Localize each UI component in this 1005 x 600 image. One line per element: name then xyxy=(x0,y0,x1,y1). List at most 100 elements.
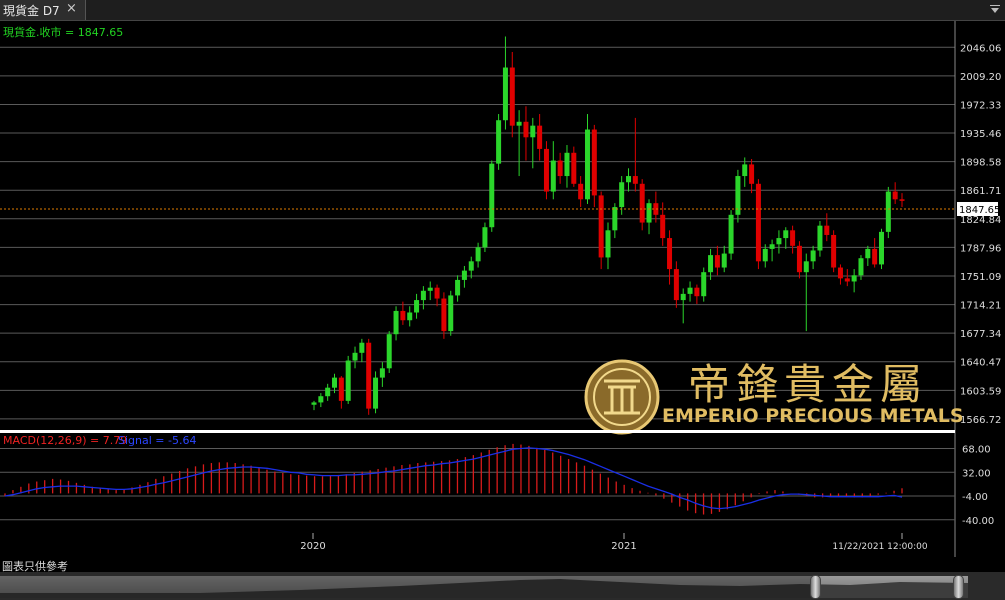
signal-label: Signal = -5.64 xyxy=(118,434,196,447)
price-tick-label: 2046.06 xyxy=(960,43,1001,54)
candle-body xyxy=(626,176,632,183)
time-scrollbar[interactable] xyxy=(0,572,1005,600)
candle-body xyxy=(468,261,474,271)
candle-body xyxy=(708,255,714,273)
candle-body xyxy=(598,195,604,258)
watermark-english: EMPERIO PRECIOUS METALS xyxy=(662,405,964,427)
candle-body xyxy=(660,214,666,239)
price-tick-label: 1603.59 xyxy=(960,386,1001,397)
candle-body xyxy=(414,300,420,313)
candle-body xyxy=(605,230,611,258)
candle-body xyxy=(332,377,338,388)
candle-body xyxy=(386,334,392,369)
macd-label: MACD(12,26,9) = 7.79 xyxy=(3,434,127,447)
candle-body xyxy=(318,396,324,403)
candle-body xyxy=(441,298,447,332)
x-tick-label: 11/22/2021 12:00:00 xyxy=(832,542,927,552)
candle-body xyxy=(352,352,358,361)
candle-body xyxy=(844,278,850,282)
candle-body xyxy=(516,121,522,126)
price-tick-label: 2009.20 xyxy=(960,72,1001,83)
x-tick-label: 2020 xyxy=(300,541,325,552)
time-axis: 2020 2021 11/22/2021 12:00:00 xyxy=(300,533,928,552)
candle-body xyxy=(591,129,597,196)
price-tick-label: 1898.58 xyxy=(960,158,1001,169)
macd-tick-label: 32.00 xyxy=(962,468,991,479)
candle-body xyxy=(790,230,796,246)
price-tick-label: 1824.84 xyxy=(960,215,1001,226)
candle-body xyxy=(755,183,761,262)
macd-tick-label: 68.00 xyxy=(962,445,991,456)
candle-body xyxy=(639,183,645,223)
x-tick-label: 2021 xyxy=(611,541,636,552)
candle-body xyxy=(831,234,837,268)
candle-body xyxy=(762,248,768,262)
price-tick-label: 1751.09 xyxy=(960,272,1001,283)
candle-body xyxy=(619,182,625,208)
chart-area: 2046.06 2009.20 1972.33 1935.46 1898.58 1861.… xyxy=(0,21,1001,557)
candle-body xyxy=(530,125,536,138)
candle-body xyxy=(817,225,823,251)
tab-bar: 現貨金 D7 × xyxy=(0,0,1005,21)
candle-body xyxy=(571,152,577,184)
candle-body xyxy=(612,207,618,231)
macd-histogram xyxy=(4,443,903,515)
price-tick-label: 1640.47 xyxy=(960,358,1001,369)
candle-body xyxy=(742,164,748,177)
candle-body xyxy=(345,360,351,401)
candle-body xyxy=(810,250,816,262)
watermark: 帝鋒貴金屬 EMPERIO PRECIOUS METALS xyxy=(584,359,964,435)
candle-body xyxy=(543,148,549,192)
price-panel-label: 現貨金.收市 = 1847.65 xyxy=(3,25,123,39)
candle-body xyxy=(578,183,584,200)
scroll-handle-left[interactable] xyxy=(810,575,821,599)
watermark-chinese: 帝鋒貴金屬 xyxy=(688,360,928,409)
price-tick-label: 1935.46 xyxy=(960,129,1001,140)
candle-body xyxy=(878,231,884,265)
panel-separator xyxy=(0,430,955,433)
candle-body xyxy=(448,295,454,332)
candle-body xyxy=(393,310,399,335)
candle-body xyxy=(776,238,782,245)
macd-tick-label: -4.00 xyxy=(962,492,988,503)
candle-body xyxy=(550,160,556,192)
candle-body xyxy=(359,342,365,353)
price-tick-label: 1566.72 xyxy=(960,415,1001,426)
candle-body xyxy=(837,267,843,279)
candle-body xyxy=(537,125,543,149)
close-icon[interactable]: × xyxy=(66,1,77,16)
candle-body xyxy=(420,290,426,301)
candle-body xyxy=(407,312,413,321)
candle-body xyxy=(564,152,570,177)
price-tick-label: 1787.96 xyxy=(960,243,1001,254)
candle-body xyxy=(858,258,864,276)
candle-body xyxy=(496,120,502,164)
candle-body xyxy=(892,191,898,200)
candle-body xyxy=(646,203,652,223)
macd-grid xyxy=(0,448,955,521)
candle-body xyxy=(769,244,775,249)
candle-body xyxy=(366,342,372,409)
candle-body xyxy=(687,287,693,294)
candle-body xyxy=(400,310,406,321)
candle-body xyxy=(502,67,508,121)
scroll-handle-right[interactable] xyxy=(953,575,964,599)
candle-body xyxy=(714,255,720,268)
candle-body xyxy=(824,225,830,235)
candle-body xyxy=(475,247,481,262)
tab-chart[interactable]: 現貨金 D7 × xyxy=(0,0,86,20)
candle-body xyxy=(455,279,461,296)
candle-body xyxy=(865,248,871,259)
price-tick-label: 1972.33 xyxy=(960,100,1001,111)
scroll-mask xyxy=(0,576,815,598)
dropdown-menu-icon[interactable] xyxy=(989,3,1001,15)
candle-body xyxy=(311,402,317,405)
price-tick-label: 1714.21 xyxy=(960,301,1001,312)
candles-layer xyxy=(311,36,905,415)
macd-tick-label: -40.00 xyxy=(962,516,994,527)
candle-body xyxy=(632,176,638,184)
candle-body xyxy=(899,199,905,201)
price-tick-label: 1677.34 xyxy=(960,329,1001,340)
candle-body xyxy=(694,287,700,297)
candle-body xyxy=(379,368,385,378)
